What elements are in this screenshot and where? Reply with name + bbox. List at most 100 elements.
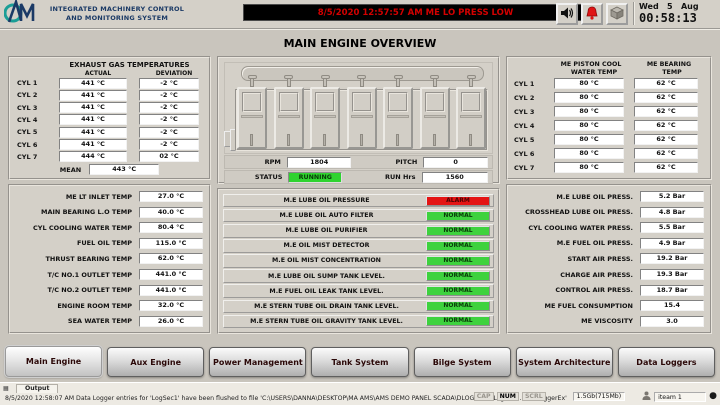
num-lock-indicator: NUM bbox=[497, 392, 519, 401]
cylinder-label: CYL 3 bbox=[514, 108, 554, 116]
alarm-label: M.E LUBE OIL PURIFIER bbox=[227, 227, 426, 234]
memory-usage: 1.5Gb(715Mb) bbox=[573, 392, 625, 401]
pressure-value: 19.2 Bar bbox=[640, 253, 704, 264]
pressure-row: CROSSHEAD LUBE OIL PRESS. 4.8 Bar bbox=[514, 207, 704, 218]
rpm-label: RPM bbox=[229, 158, 281, 166]
actual-temp-value: 441 °C bbox=[59, 78, 127, 89]
scroll-lock-indicator: SCRL bbox=[522, 392, 546, 401]
temp-row: SEA WATER TEMP 26.0 °C bbox=[16, 316, 203, 327]
piston-row: CYL 4 80 °C 62 °C bbox=[508, 120, 710, 131]
alarm-row: M.E LUBE OIL PRESSURE ALARM bbox=[223, 194, 494, 208]
system-view-button[interactable] bbox=[606, 3, 628, 25]
nav-system-architecture-button[interactable]: System Architecture bbox=[516, 347, 613, 377]
alarm-label: M.E OIL MIST CONCENTRATION bbox=[227, 257, 426, 264]
pressure-row: ME FUEL CONSUMPTION 15.4 bbox=[514, 300, 704, 311]
alarm-row: M.E LUBE OIL SUMP TANK LEVEL. NORMAL bbox=[223, 269, 494, 283]
cylinder-graphic bbox=[420, 75, 450, 149]
pressure-label: ME VISCOSITY bbox=[581, 317, 633, 325]
pressure-label: ME FUEL CONSUMPTION bbox=[545, 302, 633, 310]
temp-label: FUEL OIL TEMP bbox=[77, 239, 132, 247]
nav-data-loggers-button[interactable]: Data Loggers bbox=[618, 347, 715, 377]
output-tab[interactable]: Output bbox=[16, 384, 58, 393]
cylinder-label: CYL 6 bbox=[514, 150, 554, 158]
engine-status-indicator: RUNNING bbox=[288, 172, 342, 183]
bearing-temp-value: 62 °C bbox=[634, 78, 698, 89]
piston-row: CYL 6 80 °C 62 °C bbox=[508, 148, 710, 159]
engine-graphic-panel: RPM 1804 PITCH 0 STATUS RUNNING RUN Hrs … bbox=[217, 56, 500, 184]
actual-temp-value: 441 °C bbox=[59, 127, 127, 138]
deviation-temp-value: 02 °C bbox=[139, 151, 199, 162]
exhaust-column-headers: ACTUAL DEVIATION bbox=[10, 70, 209, 77]
ams-logo-icon bbox=[4, 0, 36, 29]
nav-main-engine-button[interactable]: Main Engine bbox=[5, 346, 102, 377]
nav-bilge-system-button[interactable]: Bilge System bbox=[414, 347, 511, 377]
piston-row: CYL 7 80 °C 62 °C bbox=[508, 162, 710, 173]
pressure-label: CYL COOLING WATER PRESS. bbox=[528, 224, 633, 232]
status-bar: ▦ Output 8/5/2020 12:58:07 AM Data Logge… bbox=[0, 382, 720, 405]
exhaust-row: CYL 4 441 °C -2 °C bbox=[10, 114, 209, 125]
alarm-label: M.E LUBE OIL AUTO FILTER bbox=[227, 212, 426, 219]
runhrs-value: 1560 bbox=[422, 172, 489, 183]
nav-power-management-button[interactable]: Power Management bbox=[209, 347, 306, 377]
temp-label: SEA WATER TEMP bbox=[68, 317, 132, 325]
bearing-temp-value: 62 °C bbox=[634, 148, 698, 159]
temp-value: 441.0 °C bbox=[139, 269, 203, 280]
cylinder-label: CYL 7 bbox=[17, 153, 59, 161]
temp-label: CYL COOLING WATER TEMP bbox=[33, 224, 132, 232]
mean-value: 443 °C bbox=[89, 164, 159, 175]
time-display: 00:58:13 bbox=[639, 11, 717, 25]
pressure-value: 4.9 Bar bbox=[640, 238, 704, 249]
cylinder-graphic bbox=[237, 75, 267, 149]
status-label: STATUS bbox=[229, 173, 282, 181]
nav-aux-engine-button[interactable]: Aux Engine bbox=[107, 347, 204, 377]
alarm-label: M.E LUBE OIL SUMP TANK LEVEL. bbox=[227, 273, 426, 280]
temp-value: 27.0 °C bbox=[139, 191, 203, 202]
temp-row: MAIN BEARING L.O TEMP 40.0 °C bbox=[16, 207, 203, 218]
alarm-ack-button[interactable] bbox=[581, 3, 603, 25]
alarm-label: M.E STERN TUBE OIL DRAIN TANK LEVEL. bbox=[227, 303, 426, 310]
temp-value: 62.0 °C bbox=[139, 253, 203, 264]
engine-temps-panel: ME LT INLET TEMP 27.0 °C MAIN BEARING L.… bbox=[8, 184, 211, 334]
pressure-value: 5.2 Bar bbox=[640, 191, 704, 202]
pressures-panel: M.E LUBE OIL PRESS. 5.2 Bar CROSSHEAD LU… bbox=[506, 184, 712, 334]
actual-temp-value: 444 °C bbox=[59, 151, 127, 162]
alarm-row: M.E OIL MIST DETECTOR NORMAL bbox=[223, 239, 494, 253]
mute-audio-button[interactable] bbox=[556, 3, 578, 25]
pitch-value: 0 bbox=[423, 157, 488, 168]
temp-label: T/C NO.2 OUTLET TEMP bbox=[47, 286, 132, 294]
bearing-temp-header: ME BEARING TEMP bbox=[634, 61, 704, 77]
alarm-label: M.E STERN TUBE OIL GRAVITY TANK LEVEL. bbox=[227, 318, 426, 325]
alarm-status-pill: NORMAL bbox=[426, 211, 490, 221]
piston-column-headers: ME PISTON COOL WATER TEMP ME BEARING TEM… bbox=[508, 61, 710, 77]
alarm-status-pill: NORMAL bbox=[426, 241, 490, 251]
piston-water-temp-value: 80 °C bbox=[554, 162, 624, 173]
cylinder-graphic bbox=[383, 75, 413, 149]
alarm-bell-icon bbox=[585, 5, 599, 24]
alarm-label: M.E LUBE OIL PRESSURE bbox=[227, 197, 426, 204]
pressure-label: START AIR PRESS. bbox=[567, 255, 633, 263]
person-icon bbox=[642, 391, 651, 402]
pitch-label: PITCH bbox=[365, 158, 417, 166]
current-user: iteam 1 bbox=[654, 392, 706, 402]
header-bar: INTEGRATED MACHINERY CONTROL AND MONITOR… bbox=[0, 0, 720, 30]
status-runhrs-bar: STATUS RUNNING RUN Hrs 1560 bbox=[224, 170, 493, 184]
pressure-row: ME VISCOSITY 3.0 bbox=[514, 316, 704, 327]
temp-row: T/C NO.2 OUTLET TEMP 441.0 °C bbox=[16, 285, 203, 296]
cylinder-label: CYL 4 bbox=[17, 116, 59, 124]
temp-row: ENGINE ROOM TEMP 32.0 °C bbox=[16, 300, 203, 311]
piston-row: CYL 3 80 °C 62 °C bbox=[508, 106, 710, 117]
pressure-label: M.E LUBE OIL PRESS. bbox=[556, 193, 633, 201]
pressure-row: CONTROL AIR PRESS. 18.7 Bar bbox=[514, 285, 704, 296]
cylinder-graphic bbox=[456, 75, 486, 149]
pressure-row: CHARGE AIR PRESS. 19.3 Bar bbox=[514, 269, 704, 280]
piston-row: CYL 2 80 °C 62 °C bbox=[508, 92, 710, 103]
nav-tank-system-button[interactable]: Tank System bbox=[311, 347, 408, 377]
engine-graphic bbox=[224, 62, 493, 154]
exhaust-row: CYL 1 441 °C -2 °C bbox=[10, 78, 209, 89]
temp-row: CYL COOLING WATER TEMP 80.4 °C bbox=[16, 222, 203, 233]
cylinder-label: CYL 5 bbox=[514, 136, 554, 144]
bearing-temp-value: 62 °C bbox=[634, 106, 698, 117]
pressure-label: CONTROL AIR PRESS. bbox=[555, 286, 633, 294]
pressure-row: M.E FUEL OIL PRESS. 4.9 Bar bbox=[514, 238, 704, 249]
alarm-row: M.E OIL MIST CONCENTRATION NORMAL bbox=[223, 254, 494, 268]
